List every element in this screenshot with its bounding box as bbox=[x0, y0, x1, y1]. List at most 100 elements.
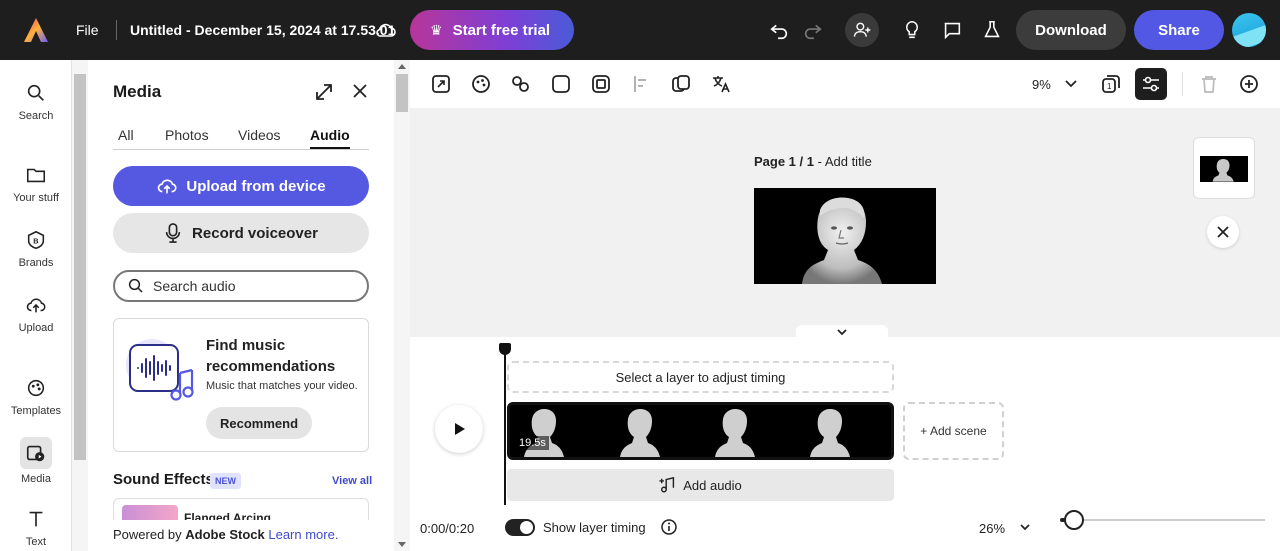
info-icon[interactable] bbox=[660, 518, 678, 536]
layers-toggle-button[interactable] bbox=[1135, 68, 1167, 100]
document-title[interactable]: Untitled - December 15, 2024 at 17.53.01 bbox=[130, 22, 395, 38]
media-icon bbox=[26, 445, 45, 462]
duplicate-icon[interactable] bbox=[670, 73, 692, 95]
statue-bust-thumbnail bbox=[1212, 158, 1234, 182]
thumbnail-image bbox=[1200, 156, 1248, 182]
rail-item-brands[interactable]: B Brands bbox=[0, 229, 72, 269]
rail-item-search[interactable]: Search bbox=[0, 82, 72, 122]
reco-title: Find music recommendations bbox=[206, 337, 336, 375]
page-preview[interactable] bbox=[754, 188, 936, 284]
resize-icon[interactable] bbox=[430, 73, 452, 95]
rail-label: Media bbox=[21, 473, 51, 485]
file-menu[interactable]: File bbox=[76, 22, 99, 38]
expand-icon[interactable] bbox=[314, 82, 334, 102]
redo-icon[interactable] bbox=[799, 16, 827, 44]
powered-by-text: Powered by Adobe Stock Learn more. bbox=[113, 527, 339, 542]
templates-icon bbox=[27, 379, 45, 397]
trash-icon[interactable] bbox=[1198, 73, 1220, 95]
rail-label: Upload bbox=[18, 322, 54, 334]
slider-knob[interactable] bbox=[1064, 510, 1085, 530]
close-preview-button[interactable] bbox=[1207, 216, 1239, 248]
lightbulb-icon[interactable] bbox=[898, 16, 926, 44]
upload-label: Upload from device bbox=[186, 177, 326, 195]
tab-audio[interactable]: Audio bbox=[310, 127, 350, 149]
animation-icon[interactable] bbox=[510, 73, 532, 95]
scrollbar-thumb[interactable] bbox=[74, 74, 86, 460]
tab-all[interactable]: All bbox=[118, 127, 134, 143]
learn-more-link[interactable]: Learn more. bbox=[268, 527, 338, 542]
statue-bust-image bbox=[802, 197, 882, 284]
close-icon[interactable] bbox=[351, 82, 369, 100]
search-audio-input[interactable]: Search audio bbox=[113, 270, 369, 302]
sound-effect-item[interactable]: Flanged Arcing bbox=[113, 498, 369, 520]
text-icon bbox=[29, 511, 43, 527]
panel-title: Media bbox=[113, 82, 162, 101]
timeline-zoom-level[interactable]: 26% bbox=[979, 521, 1005, 536]
page-label[interactable]: Page 1 / 1 - Add title bbox=[754, 154, 872, 169]
scene-filmstrip bbox=[524, 409, 850, 457]
layers-icon bbox=[1143, 76, 1159, 92]
tab-videos[interactable]: Videos bbox=[238, 127, 281, 143]
palette-icon[interactable] bbox=[470, 73, 492, 95]
undo-icon[interactable] bbox=[765, 16, 793, 44]
add-icon[interactable] bbox=[1238, 73, 1260, 95]
timeline-zoom-slider[interactable] bbox=[1060, 510, 1265, 530]
scrollbar-thumb[interactable] bbox=[396, 74, 408, 112]
start-free-trial-button[interactable]: ♛ Start free trial bbox=[410, 10, 574, 50]
page-thumbnail[interactable] bbox=[1193, 137, 1255, 199]
record-voiceover-button[interactable]: Record voiceover bbox=[113, 213, 369, 253]
svg-text:B: B bbox=[33, 237, 38, 246]
tab-photos[interactable]: Photos bbox=[165, 127, 209, 143]
show-layer-timing-toggle[interactable] bbox=[505, 519, 535, 536]
rail-scrollbar[interactable] bbox=[72, 60, 88, 551]
left-rail: Search Your stuff B Brands Upload Templa… bbox=[0, 60, 72, 551]
pages-icon[interactable]: 1 bbox=[1100, 73, 1122, 95]
adobe-express-logo[interactable] bbox=[22, 16, 50, 44]
upload-icon bbox=[26, 298, 46, 313]
upload-from-device-button[interactable]: Upload from device bbox=[113, 166, 369, 206]
trial-label: Start free trial bbox=[452, 21, 551, 39]
translate-icon[interactable] bbox=[710, 73, 732, 95]
cloud-icon[interactable] bbox=[374, 18, 398, 42]
rail-item-upload[interactable]: Upload bbox=[0, 294, 72, 334]
rail-item-text[interactable]: Text bbox=[0, 508, 72, 548]
rail-label: Brands bbox=[18, 257, 54, 269]
sound-effect-name: Flanged Arcing bbox=[184, 511, 271, 520]
chevron-down-icon[interactable] bbox=[1062, 74, 1080, 92]
play-button[interactable] bbox=[435, 405, 483, 453]
sound-effects-heading: Sound Effects bbox=[113, 471, 214, 488]
add-audio-label: Add audio bbox=[683, 477, 742, 493]
border-icon[interactable] bbox=[590, 73, 612, 95]
panel-scrollbar[interactable] bbox=[394, 60, 410, 551]
flask-icon[interactable] bbox=[978, 16, 1006, 44]
share-button[interactable]: Share bbox=[1134, 10, 1224, 50]
playhead[interactable] bbox=[504, 351, 506, 505]
comment-icon[interactable] bbox=[938, 16, 966, 44]
rail-item-templates[interactable]: Templates bbox=[0, 377, 72, 417]
scroll-down-arrow[interactable] bbox=[398, 542, 406, 547]
scroll-up-arrow[interactable] bbox=[398, 64, 406, 69]
adobe-stock-label: Adobe Stock bbox=[185, 527, 265, 542]
rail-label: Templates bbox=[10, 405, 62, 417]
search-icon bbox=[128, 278, 143, 293]
view-all-link[interactable]: View all bbox=[332, 475, 372, 487]
invite-user-icon[interactable] bbox=[845, 13, 879, 47]
add-title-link[interactable]: - Add title bbox=[814, 154, 872, 169]
avatar[interactable] bbox=[1232, 13, 1266, 47]
recommend-button[interactable]: Recommend bbox=[206, 407, 312, 439]
microphone-icon bbox=[165, 223, 181, 243]
video-scene-track[interactable]: 19.5s bbox=[507, 402, 894, 460]
crown-icon: ♛ bbox=[430, 21, 443, 38]
zoom-level[interactable]: 9% bbox=[1032, 77, 1051, 92]
add-scene-button[interactable]: + Add scene bbox=[903, 402, 1004, 460]
align-icon[interactable] bbox=[630, 73, 652, 95]
add-audio-button[interactable]: Add audio bbox=[507, 469, 894, 501]
rail-item-media[interactable]: Media bbox=[0, 437, 72, 485]
rail-item-your-stuff[interactable]: Your stuff bbox=[0, 164, 72, 204]
reco-subtitle: Music that matches your video. bbox=[206, 380, 358, 392]
shape-icon[interactable] bbox=[550, 73, 572, 95]
chevron-down-icon[interactable] bbox=[1018, 520, 1032, 534]
search-icon bbox=[27, 84, 44, 101]
download-button[interactable]: Download bbox=[1016, 10, 1126, 50]
music-recommendation-card: Find music recommendations Music that ma… bbox=[113, 318, 369, 452]
